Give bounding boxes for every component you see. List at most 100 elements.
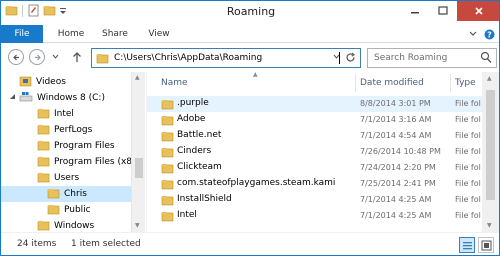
address-dropdown-icon[interactable] — [333, 53, 340, 62]
details-view-icon — [462, 241, 472, 249]
details-view-button[interactable] — [459, 237, 475, 253]
collapse-arrow-icon[interactable] — [9, 93, 17, 103]
column-header-type[interactable]: Type — [455, 78, 476, 88]
nav-item-windows-8-c[interactable]: Windows 8 (C:) — [9, 90, 105, 106]
file-name: InstallShield — [177, 194, 232, 204]
file-name: Cinders — [177, 146, 212, 156]
column-divider[interactable] — [450, 74, 451, 92]
large-icons-view-button[interactable] — [478, 237, 494, 253]
forward-button[interactable] — [29, 49, 45, 65]
tab-file[interactable]: File — [1, 25, 43, 43]
maximize-button[interactable] — [429, 1, 457, 21]
search-placeholder[interactable]: Search Roaming — [374, 53, 447, 63]
minimize-button[interactable] — [401, 1, 429, 21]
nav-item-label: Videos — [36, 77, 66, 87]
expand-ribbon-icon[interactable] — [467, 28, 479, 40]
close-button[interactable] — [457, 1, 499, 21]
nav-item-chris[interactable]: Chris — [1, 186, 131, 202]
recent-locations-dropdown[interactable] — [51, 52, 59, 60]
file-name: com.stateofplaygames.steam.kami — [177, 178, 336, 188]
nav-item-label: Program Files (x86) — [54, 157, 142, 167]
list-item[interactable]: Adobe 7/1/2014 3:16 AM File fol — [147, 112, 482, 128]
column-headers: ▲ Name Date modified Type — [147, 71, 487, 94]
folder-icon — [37, 139, 50, 154]
nav-item-intel[interactable]: Intel — [37, 106, 74, 122]
back-arrow-icon — [12, 54, 19, 60]
title-bar: Roaming — [1, 1, 499, 25]
column-header-date-modified[interactable]: Date modified — [360, 78, 424, 88]
address-path[interactable]: C:\Users\Chris\AppData\Roaming — [114, 53, 262, 63]
folder-icon — [37, 155, 50, 170]
scrollbar-thumb[interactable] — [135, 158, 143, 178]
scroll-down-arrow-icon[interactable]: ▼ — [487, 222, 492, 229]
videos-folder-icon — [19, 75, 32, 90]
nav-pane-scrollbar[interactable]: ▲ ▼ — [131, 72, 145, 232]
folder-icon — [37, 171, 50, 186]
navigation-pane: Videos Windows 8 (C:) Intel PerfLogs Pro… — [1, 72, 146, 232]
file-date: 7/26/2014 10:48 PM — [360, 147, 441, 156]
nav-item-perflogs[interactable]: PerfLogs — [37, 122, 92, 138]
scroll-down-arrow-icon[interactable]: ▼ — [135, 222, 140, 229]
minimize-icon — [411, 12, 419, 14]
tab-share[interactable]: Share — [95, 25, 135, 43]
scroll-up-arrow-icon[interactable]: ▲ — [135, 74, 140, 81]
folder-icon — [161, 130, 174, 145]
nav-item-label: Public — [64, 205, 91, 215]
folder-icon — [161, 210, 174, 225]
tab-home[interactable]: Home — [51, 25, 91, 43]
nav-item-label: Users — [54, 173, 80, 183]
up-button[interactable] — [71, 50, 83, 64]
nav-item-label: Chris — [64, 189, 87, 199]
address-bar[interactable]: C:\Users\Chris\AppData\Roaming — [91, 48, 361, 68]
back-button[interactable] — [8, 49, 24, 65]
list-item[interactable]: Clickteam 7/24/2014 2:20 PM File fol — [147, 160, 482, 176]
list-item[interactable]: com.stateofplaygames.steam.kami 7/25/201… — [147, 176, 482, 192]
help-icon[interactable]: ? — [483, 28, 495, 40]
list-item[interactable]: Intel 7/1/2014 4:25 AM File fol — [147, 208, 482, 224]
file-name: .purple — [177, 98, 209, 108]
file-date: 7/1/2014 3:16 AM — [360, 115, 432, 124]
folder-icon — [96, 52, 109, 67]
list-item[interactable]: .purple 8/8/2014 3:01 PM File fol — [147, 96, 482, 112]
search-icon[interactable] — [480, 51, 492, 67]
column-divider[interactable] — [355, 74, 356, 92]
file-date: 8/8/2014 3:01 PM — [360, 99, 431, 108]
file-list-scrollbar[interactable]: ▲ ▼ — [482, 72, 499, 232]
list-item[interactable]: Cinders 7/26/2014 10:48 PM File fol — [147, 144, 482, 160]
file-type: File fol — [455, 99, 481, 108]
nav-item-program-files-x86[interactable]: Program Files (x86) — [37, 154, 141, 170]
svg-text:?: ? — [487, 30, 492, 39]
refresh-icon[interactable] — [345, 52, 356, 66]
search-box[interactable]: Search Roaming — [367, 48, 497, 68]
nav-item-public[interactable]: Public — [47, 202, 91, 218]
column-header-name[interactable]: Name — [161, 78, 188, 88]
navigation-bar: C:\Users\Chris\AppData\Roaming Search Ro… — [1, 44, 499, 72]
nav-item-label: Intel — [54, 109, 74, 119]
folder-icon — [161, 114, 174, 129]
scrollbar-thumb[interactable] — [486, 90, 495, 200]
nav-item-videos[interactable]: Videos — [19, 74, 66, 90]
folder-icon — [47, 203, 60, 218]
file-type: File fol — [455, 163, 481, 172]
selection-count: 1 item selected — [71, 239, 141, 249]
nav-item-program-files[interactable]: Program Files — [37, 138, 115, 154]
item-count: 24 items — [17, 239, 57, 249]
list-item[interactable]: InstallShield 7/1/2014 4:25 AM File fol — [147, 192, 482, 208]
scroll-up-arrow-icon[interactable]: ▲ — [487, 75, 492, 82]
file-date: 7/1/2014 4:54 AM — [360, 131, 432, 140]
file-type: File fol — [455, 211, 481, 220]
nav-item-label: Windows 8 (C:) — [37, 93, 105, 103]
file-type: File fol — [455, 115, 481, 124]
nav-item-label: PerfLogs — [54, 125, 93, 135]
large-icons-view-icon — [481, 240, 491, 250]
file-type: File fol — [455, 131, 481, 140]
maximize-icon — [438, 6, 448, 15]
file-name: Adobe — [177, 114, 206, 124]
close-icon — [475, 7, 483, 15]
tab-view[interactable]: View — [141, 25, 177, 43]
file-type: File fol — [455, 179, 481, 188]
nav-item-users[interactable]: Users — [37, 170, 79, 186]
window-controls — [401, 1, 499, 21]
sort-indicator-icon: ▲ — [253, 71, 258, 78]
list-item[interactable]: Battle.net 7/1/2014 4:54 AM File fol — [147, 128, 482, 144]
